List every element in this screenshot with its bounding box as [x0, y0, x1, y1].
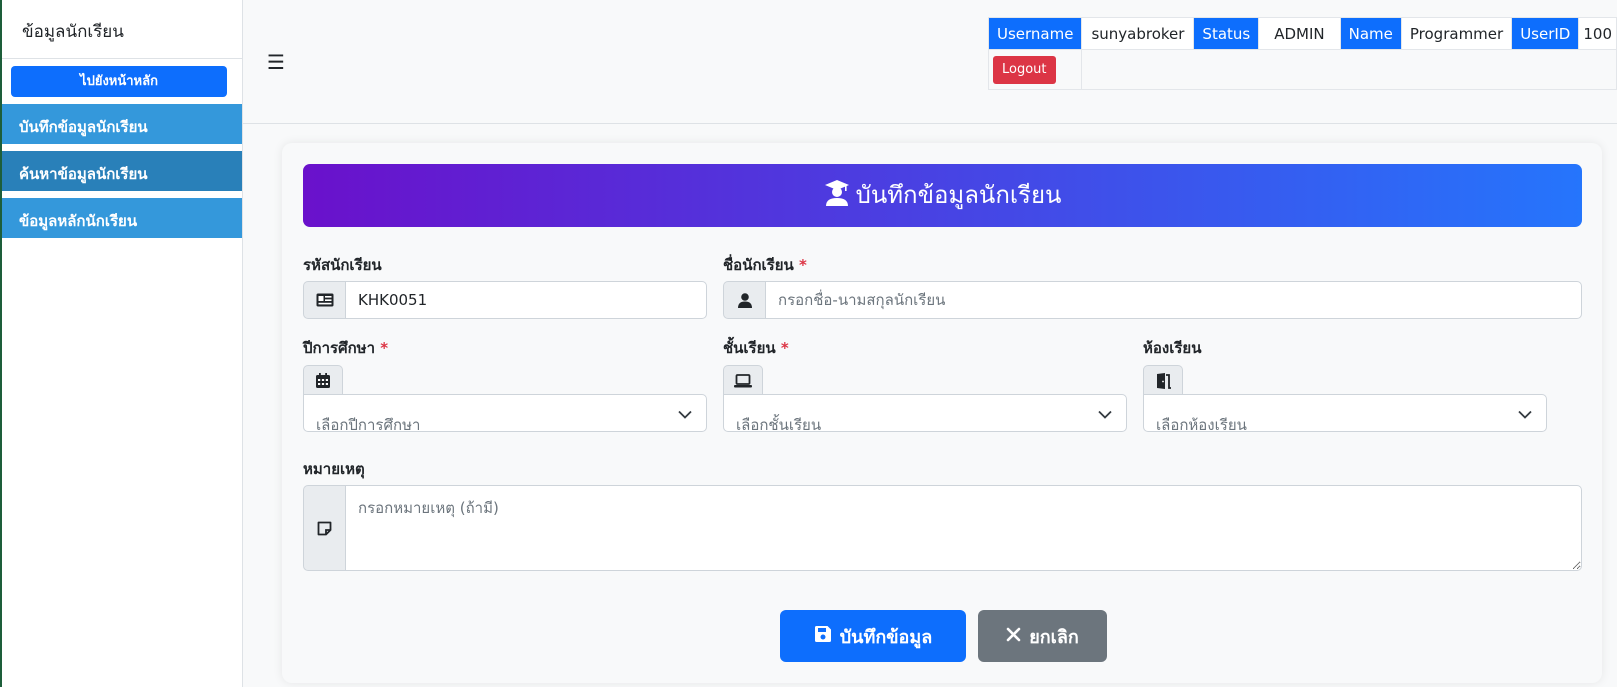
user-icon	[723, 281, 765, 319]
user-info-table: Username sunyabroker Status ADMIN Name P…	[987, 17, 1617, 90]
student-id-label-text: รหัสนักเรียน	[303, 256, 382, 274]
calendar-icon	[303, 365, 343, 395]
required-marker: *	[380, 339, 389, 357]
save-icon	[814, 625, 832, 648]
classroom-label: ห้องเรียน	[1143, 336, 1201, 360]
sticky-note-icon	[303, 485, 345, 571]
laptop-icon	[723, 365, 763, 395]
grade-label: ชั้นเรียน *	[723, 336, 789, 360]
sidebar: ข้อมูลนักเรียน ไปยังหน้าหลัก บันทึกข้อมู…	[0, 0, 243, 687]
close-icon	[1006, 626, 1021, 647]
chevron-down-icon	[678, 405, 692, 423]
academic-year-selected: เลือกปีการศึกษา	[316, 416, 421, 432]
student-id-group	[303, 281, 707, 319]
note-label: หมายเหตุ	[303, 457, 365, 481]
door-icon	[1143, 365, 1183, 395]
academic-year-label: ปีการศึกษา *	[303, 336, 388, 360]
logout-cell: Logout	[987, 49, 1083, 90]
top-header: ☰ Username sunyabroker Status ADMIN Name…	[243, 0, 1617, 124]
student-id-input[interactable]	[345, 281, 707, 319]
student-name-label: ชื่อนักเรียน *	[723, 253, 807, 277]
academic-year-select[interactable]: เลือกปีการศึกษา	[303, 394, 707, 432]
student-form-card: บันทึกข้อมูลนักเรียน รหัสนักเรียน ชื่อนั…	[282, 143, 1602, 683]
name-label: Name	[1339, 17, 1402, 50]
save-button[interactable]: บันทึกข้อมูล	[780, 610, 966, 662]
status-value: ADMIN	[1258, 17, 1341, 50]
sidebar-item-student-master[interactable]: ข้อมูลหลักนักเรียน	[2, 198, 242, 238]
student-name-group	[723, 281, 1582, 319]
chevron-down-icon	[1518, 405, 1532, 423]
cancel-button[interactable]: ยกเลิก	[978, 610, 1107, 662]
form-header: บันทึกข้อมูลนักเรียน	[303, 164, 1582, 227]
note-label-text: หมายเหตุ	[303, 460, 365, 478]
academic-year-label-text: ปีการศึกษา	[303, 339, 375, 357]
sidebar-item-search-student[interactable]: ค้นหาข้อมูลนักเรียน	[2, 151, 242, 191]
grade-select[interactable]: เลือกชั้นเรียน	[723, 394, 1127, 432]
classroom-select[interactable]: เลือกห้องเรียน	[1143, 394, 1547, 432]
status-label: Status	[1193, 17, 1260, 50]
userid-value: 100	[1578, 17, 1617, 50]
graduation-cap-icon	[824, 168, 850, 231]
grade-selected: เลือกชั้นเรียน	[736, 416, 822, 432]
userid-label: UserID	[1511, 17, 1580, 50]
username-label: Username	[987, 17, 1083, 50]
student-id-label: รหัสนักเรียน	[303, 253, 382, 277]
cancel-button-label: ยกเลิก	[1029, 626, 1079, 648]
logout-button[interactable]: Logout	[993, 55, 1056, 84]
grade-label-text: ชั้นเรียน	[723, 339, 776, 357]
required-marker: *	[799, 256, 807, 274]
required-marker: *	[780, 339, 789, 357]
header-empty-cell	[1081, 49, 1617, 90]
note-textarea[interactable]	[345, 485, 1582, 571]
note-group	[303, 485, 1582, 571]
classroom-selected: เลือกห้องเรียน	[1156, 416, 1247, 432]
classroom-label-text: ห้องเรียน	[1143, 339, 1202, 357]
student-name-input[interactable]	[765, 281, 1582, 319]
hamburger-icon[interactable]: ☰	[267, 50, 285, 74]
sidebar-item-record-student[interactable]: บันทึกข้อมูลนักเรียน	[2, 104, 242, 144]
sidebar-title: ข้อมูลนักเรียน	[2, 0, 242, 59]
name-value: Programmer	[1400, 17, 1513, 50]
home-button[interactable]: ไปยังหน้าหลัก	[11, 66, 227, 97]
student-name-label-text: ชื่อนักเรียน	[723, 256, 794, 274]
username-value: sunyabroker	[1081, 17, 1195, 50]
chevron-down-icon	[1098, 405, 1112, 423]
id-card-icon	[303, 281, 345, 319]
save-button-label: บันทึกข้อมูล	[839, 626, 933, 648]
form-title: บันทึกข้อมูลนักเรียน	[855, 181, 1062, 209]
